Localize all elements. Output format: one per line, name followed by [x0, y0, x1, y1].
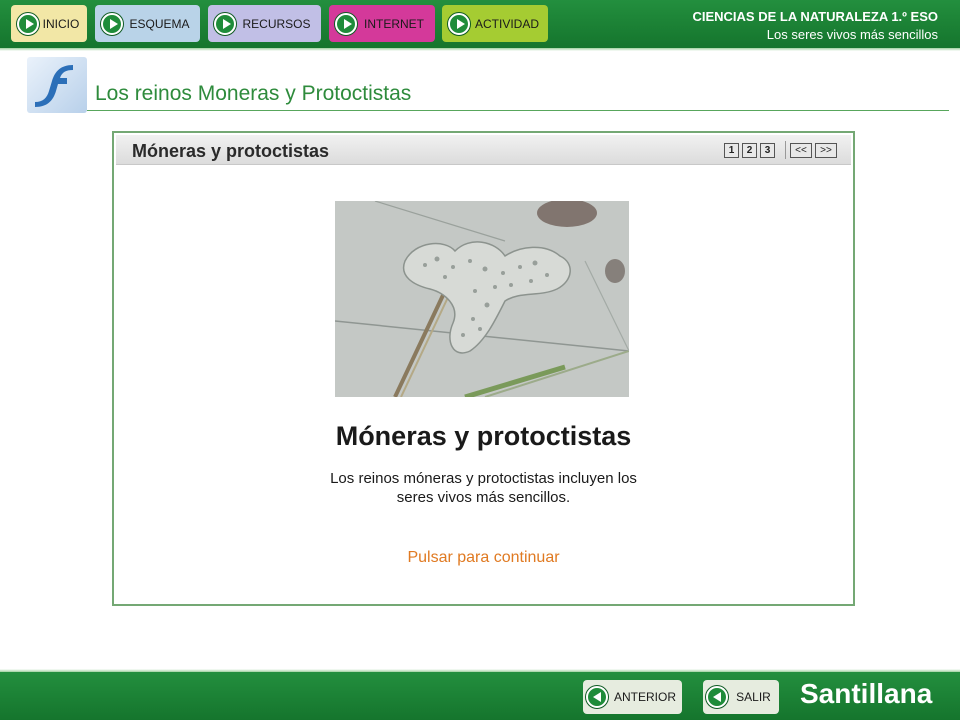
course-title: CIENCIAS DE LA NATURALEZA 1.º ESO [692, 9, 938, 24]
nav-esquema-label: ESQUEMA [129, 16, 190, 31]
nav-recursos-label: RECURSOS [242, 16, 311, 31]
nav-inicio-button[interactable]: INICIO [11, 5, 87, 42]
page-selector: 1 2 3 [724, 143, 775, 158]
back-arrow-icon [586, 686, 608, 708]
microscope-photo [335, 201, 629, 397]
top-nav-bar: INICIO ESQUEMA RECURSOS INTERNET ACTIVID… [0, 0, 960, 51]
slide-header: Móneras y protoctistas 1 2 3 << >> [116, 135, 851, 165]
play-icon [335, 12, 357, 35]
back-arrow-icon [706, 686, 728, 708]
page-1-button[interactable]: 1 [724, 143, 739, 158]
nav-internet-label: INTERNET [364, 16, 424, 31]
nav-internet-button[interactable]: INTERNET [329, 5, 435, 42]
flash-content-frame: Móneras y protoctistas 1 2 3 << >> Móner… [112, 131, 855, 606]
slide-description: Los reinos móneras y protoctistas incluy… [330, 470, 637, 506]
nav-recursos-button[interactable]: RECURSOS [208, 5, 321, 42]
anterior-label: ANTERIOR [613, 690, 676, 704]
continue-link[interactable]: Pulsar para continuar [114, 549, 853, 567]
nav-inicio-label: INICIO [42, 16, 80, 31]
flash-icon [27, 57, 87, 113]
brand-logo: Santillana [800, 678, 933, 709]
slide-page: INICIO ESQUEMA RECURSOS INTERNET ACTIVID… [0, 0, 960, 720]
play-icon [101, 12, 123, 35]
pager-divider [785, 141, 786, 159]
page-2-button[interactable]: 2 [742, 143, 757, 158]
anterior-button[interactable]: ANTERIOR [583, 680, 682, 714]
prev-next-controls: << >> [790, 143, 837, 158]
page-title: Los reinos Moneras y Protoctistas [95, 82, 412, 105]
course-subtitle: Los seres vivos más sencillos [766, 27, 938, 42]
salir-label: SALIR [736, 690, 771, 704]
next-page-button[interactable]: >> [815, 143, 837, 158]
slide-header-title: Móneras y protoctistas [132, 141, 330, 161]
nav-esquema-button[interactable]: ESQUEMA [95, 5, 200, 42]
play-icon [214, 12, 236, 35]
play-icon [17, 12, 39, 35]
play-icon [448, 12, 470, 35]
previous-page-button[interactable]: << [790, 143, 812, 158]
salir-button[interactable]: SALIR [703, 680, 779, 714]
slide-heading: Móneras y protoctistas [335, 421, 632, 451]
title-divider [87, 110, 949, 111]
page-3-button[interactable]: 3 [760, 143, 775, 158]
nav-actividad-button[interactable]: ACTIVIDAD [442, 5, 548, 42]
nav-actividad-label: ACTIVIDAD [474, 16, 539, 31]
